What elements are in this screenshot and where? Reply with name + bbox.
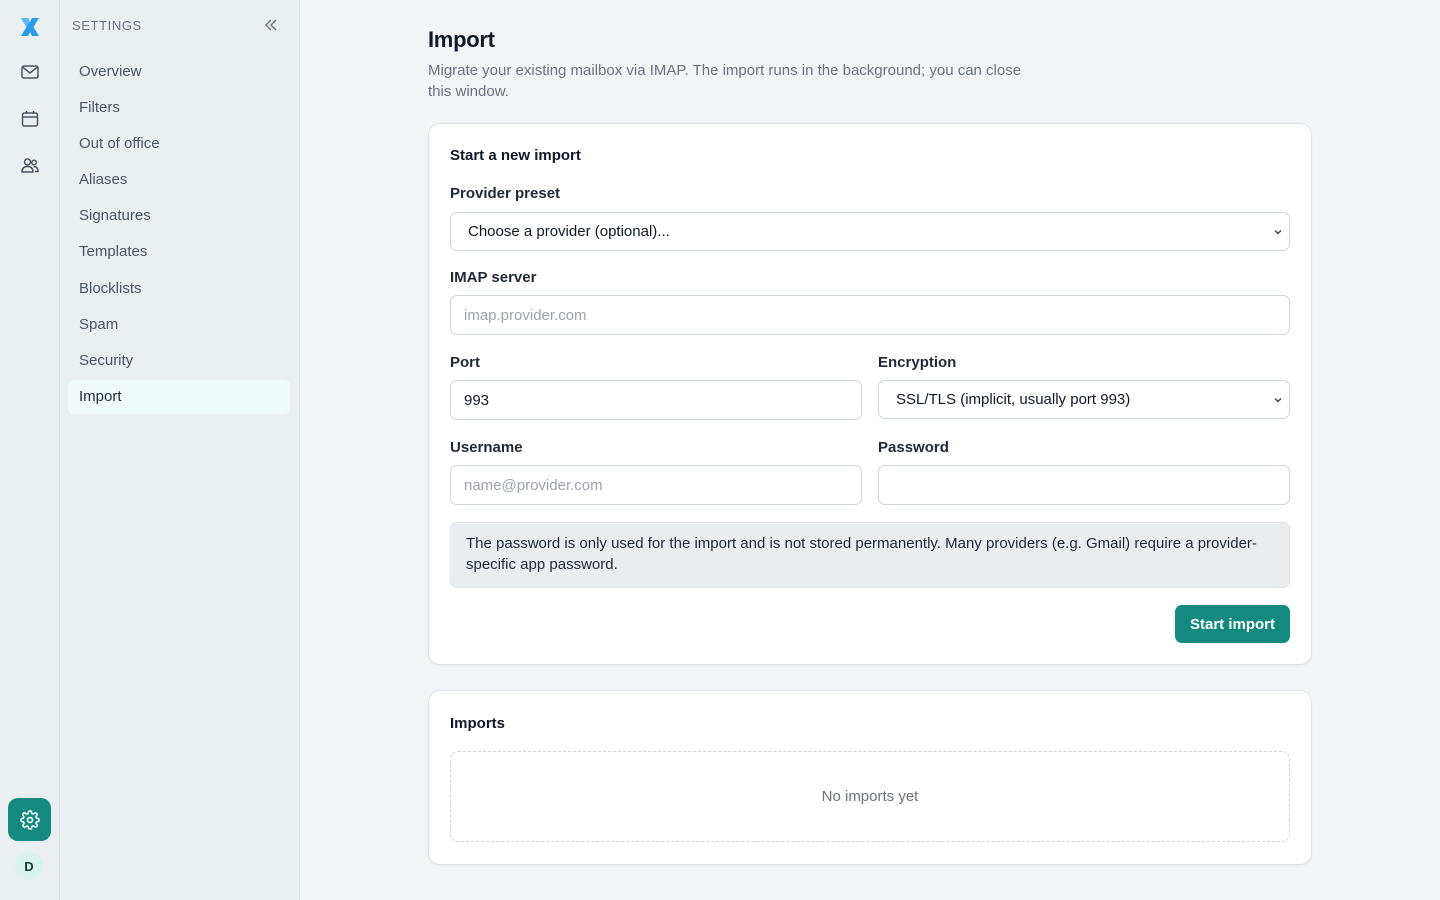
new-import-title: Start a new import: [450, 147, 581, 164]
sidebar-item-signatures[interactable]: Signatures: [68, 199, 290, 233]
username-input[interactable]: name@provider.com: [450, 465, 862, 505]
chevron-down-icon: [1274, 398, 1282, 403]
sidebar-item-import[interactable]: Import: [68, 379, 290, 414]
page-title: Import: [428, 27, 495, 52]
chevron-down-icon: [1274, 230, 1282, 235]
settings-nav: Overview Filters Out of office Aliases S…: [68, 54, 290, 416]
calendar-icon[interactable]: [12, 101, 48, 137]
avatar[interactable]: D: [15, 852, 43, 880]
sidebar-title: SETTINGS: [72, 18, 142, 33]
password-note: The password is only used for the import…: [450, 522, 1290, 588]
start-import-button[interactable]: Start import: [1175, 605, 1290, 643]
sidebar-item-templates[interactable]: Templates: [68, 235, 290, 269]
sidebar-item-overview[interactable]: Overview: [68, 54, 290, 88]
encryption-select[interactable]: SSL/TLS (implicit, usually port 993): [878, 380, 1290, 419]
password-input[interactable]: [878, 465, 1290, 505]
server-label: IMAP server: [450, 269, 537, 286]
new-import-card: Start a new import Provider preset Choos…: [428, 123, 1312, 665]
main-content: Import Migrate your existing mailbox via…: [300, 0, 1440, 900]
sidebar-item-filters[interactable]: Filters: [68, 90, 290, 124]
encryption-label: Encryption: [878, 354, 957, 371]
imports-card: Imports No imports yet: [428, 690, 1312, 865]
settings-sidebar: SETTINGS Overview Filters Out of office …: [60, 0, 300, 900]
users-icon[interactable]: [12, 147, 48, 183]
chevrons-left-icon[interactable]: [262, 16, 280, 34]
imports-empty-state: No imports yet: [450, 751, 1290, 842]
sidebar-item-aliases[interactable]: Aliases: [68, 163, 290, 197]
provider-select-value: Choose a provider (optional)...: [468, 223, 670, 240]
icon-rail: D: [0, 0, 60, 900]
server-input[interactable]: imap.provider.com: [450, 295, 1290, 335]
port-input[interactable]: 993: [450, 380, 862, 420]
encryption-select-value: SSL/TLS (implicit, usually port 993): [896, 391, 1131, 408]
app-logo-icon[interactable]: [12, 9, 48, 45]
mail-icon[interactable]: [12, 54, 48, 90]
sidebar-item-security[interactable]: Security: [68, 344, 290, 378]
provider-select[interactable]: Choose a provider (optional)...: [450, 212, 1290, 251]
username-label: Username: [450, 439, 523, 456]
settings-button[interactable]: [8, 798, 51, 841]
password-label: Password: [878, 439, 949, 456]
sidebar-item-blocklists[interactable]: Blocklists: [68, 271, 290, 305]
provider-label: Provider preset: [450, 185, 561, 202]
imports-title: Imports: [450, 715, 506, 732]
sidebar-item-out-of-office[interactable]: Out of office: [68, 126, 290, 160]
port-label: Port: [450, 354, 480, 371]
gear-icon: [19, 809, 40, 830]
sidebar-item-spam[interactable]: Spam: [68, 307, 290, 341]
page-subtitle: Migrate your existing mailbox via IMAP. …: [428, 62, 1022, 100]
